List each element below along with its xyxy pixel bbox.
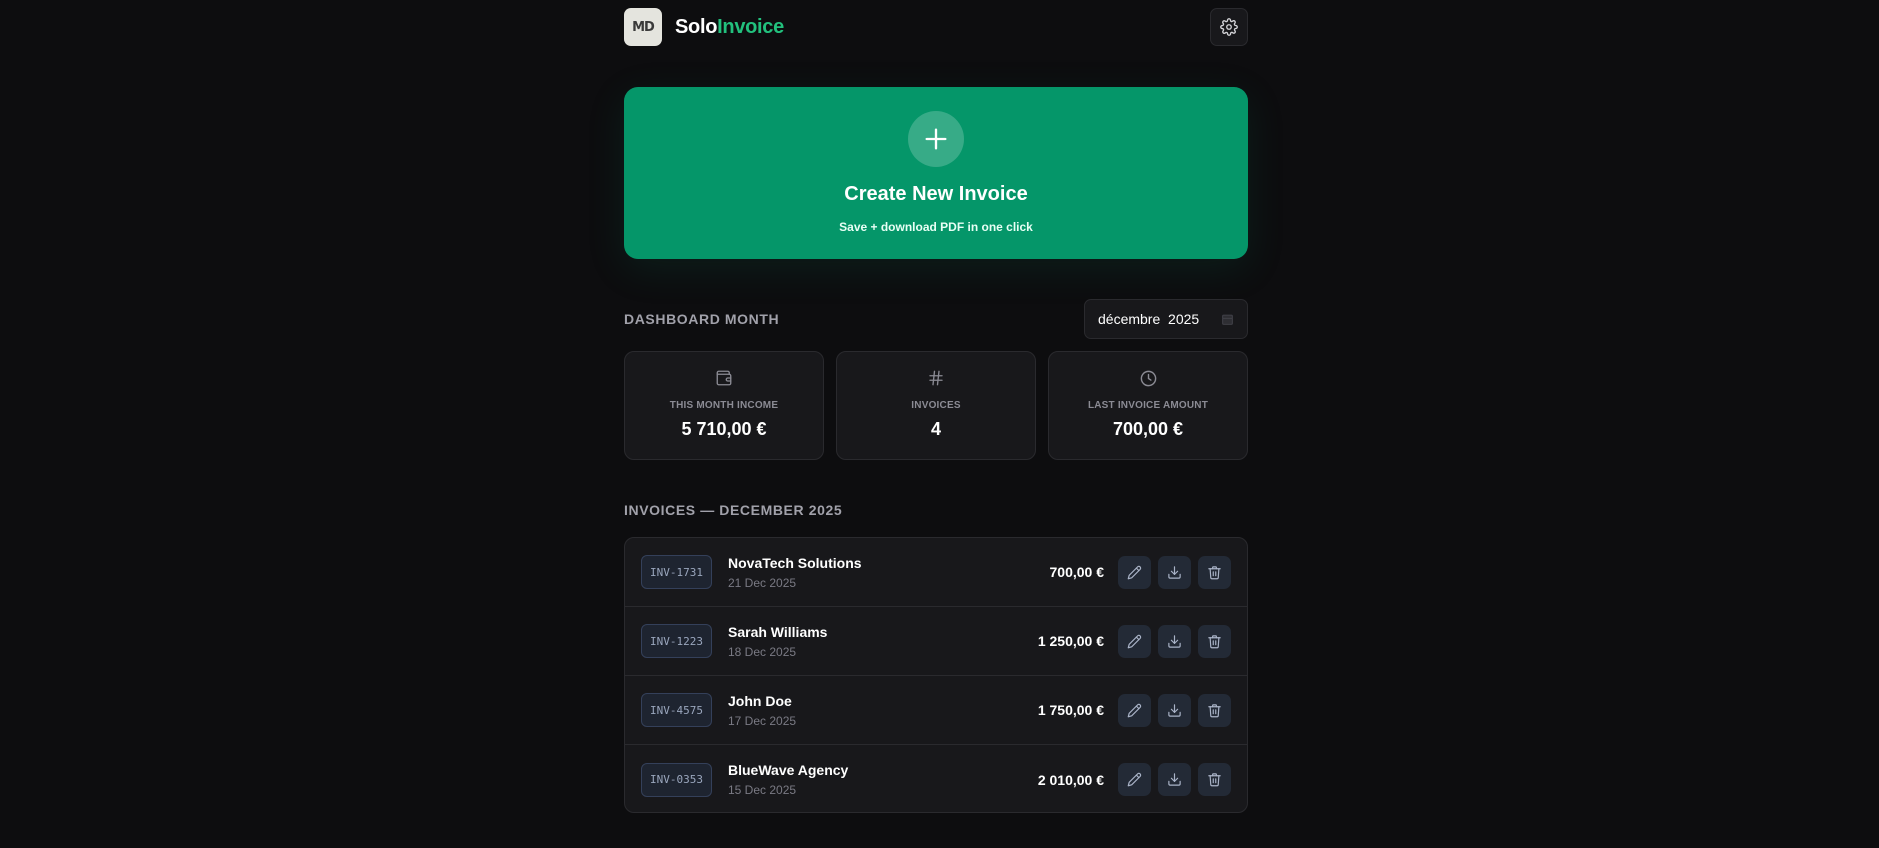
stat-value: 4 (930, 419, 941, 439)
pencil-icon (1127, 772, 1142, 787)
client-name: NovaTech Solutions (728, 554, 862, 571)
edit-button[interactable] (1118, 624, 1151, 658)
invoice-date: 15 Dec 2025 (728, 783, 797, 797)
hash-icon (927, 367, 945, 389)
create-invoice-title: Create New Invoice (844, 183, 1028, 205)
invoice-client: Sarah Williams 18 Dec 2025 (728, 624, 1038, 659)
plus-icon (908, 111, 964, 167)
client-name: John Doe (728, 692, 792, 709)
header: MD SoloInvoice (624, 8, 1248, 46)
trash-icon (1208, 634, 1221, 648)
stat-value: 5 710,00 € (681, 419, 767, 439)
invoice-amount: 1 750,00 € (1037, 702, 1104, 718)
edit-button[interactable] (1118, 763, 1151, 796)
pencil-icon (1127, 634, 1142, 648)
pencil-icon (1127, 565, 1142, 579)
brand-name: SoloInvoice (675, 16, 784, 39)
download-button[interactable] (1158, 693, 1191, 727)
stat-label: LAST INVOICE AMOUNT (1087, 400, 1209, 411)
download-icon (1168, 703, 1181, 717)
invoice-list: INV-1731 NovaTech Solutions 21 Dec 2025 … (624, 537, 1248, 813)
invoice-amount: 700,00 € (1049, 564, 1105, 580)
brand-name-part1: Solo (675, 15, 718, 38)
invoice-date: 18 Dec 2025 (728, 644, 797, 659)
invoice-row[interactable]: INV-1223 Sarah Williams 18 Dec 2025 1 25… (625, 607, 1247, 676)
pencil-icon (1127, 703, 1142, 717)
trash-icon (1208, 773, 1221, 787)
invoice-client: NovaTech Solutions 21 Dec 2025 (728, 555, 1050, 590)
invoice-amount: 2 010,00 € (1037, 771, 1104, 788)
download-icon (1168, 565, 1181, 579)
brand-name-part2: Invoice (717, 15, 784, 38)
dashboard-month-row: DASHBOARD MONTH décembre 2025 (624, 299, 1248, 339)
calendar-icon[interactable] (1221, 313, 1234, 326)
clock-icon (1139, 367, 1158, 389)
trash-icon (1208, 565, 1221, 579)
month-picker[interactable]: décembre 2025 (1084, 299, 1248, 339)
stat-value: 700,00 € (1112, 419, 1184, 439)
stats-row: THIS MONTH INCOME 5 710,00 € INVOICES 4 … (624, 351, 1248, 460)
stat-card-income: THIS MONTH INCOME 5 710,00 € (624, 351, 824, 460)
download-icon (1168, 634, 1181, 648)
delete-button[interactable] (1198, 624, 1231, 658)
dashboard-month-label: DASHBOARD MONTH (624, 311, 780, 327)
stat-card-invoices: INVOICES 4 (836, 351, 1036, 460)
invoice-row[interactable]: INV-0353 BlueWave Agency 15 Dec 2025 2 0… (625, 745, 1247, 812)
download-icon (1168, 773, 1181, 786)
gear-icon (1220, 18, 1238, 36)
download-button[interactable] (1158, 763, 1191, 796)
client-name: Sarah Williams (728, 623, 828, 640)
month-picker-value: décembre 2025 (1098, 311, 1200, 327)
download-button[interactable] (1158, 624, 1191, 658)
settings-button[interactable] (1210, 8, 1248, 46)
brand: MD SoloInvoice (624, 8, 784, 46)
delete-button[interactable] (1198, 763, 1231, 796)
delete-button[interactable] (1198, 555, 1231, 589)
invoice-row[interactable]: INV-1731 NovaTech Solutions 21 Dec 2025 … (625, 538, 1247, 607)
edit-button[interactable] (1118, 693, 1151, 727)
invoice-amount: 1 250,00 € (1037, 633, 1104, 649)
invoice-client: BlueWave Agency 15 Dec 2025 (728, 762, 1038, 797)
invoice-number-badge: INV-1223 (641, 624, 712, 658)
stat-label: THIS MONTH INCOME (669, 400, 779, 411)
invoice-row[interactable]: INV-4575 John Doe 17 Dec 2025 1 750,00 € (625, 676, 1247, 745)
logo: MD (624, 8, 662, 46)
invoices-section-title: INVOICES — DECEMBER 2025 (624, 502, 843, 518)
download-button[interactable] (1158, 555, 1191, 589)
invoice-date: 21 Dec 2025 (728, 575, 797, 590)
stat-card-last-invoice: LAST INVOICE AMOUNT 700,00 € (1048, 351, 1248, 460)
invoice-number-badge: INV-0353 (641, 762, 712, 797)
edit-button[interactable] (1118, 555, 1151, 589)
app-page: MD SoloInvoice Create New Invoice Save +… (624, 0, 1248, 848)
client-name: BlueWave Agency (728, 762, 849, 778)
stat-label: INVOICES (911, 400, 961, 411)
invoice-number-badge: INV-4575 (641, 693, 712, 727)
create-invoice-subtitle: Save + download PDF in one click (839, 220, 1033, 234)
invoice-date: 17 Dec 2025 (728, 713, 797, 728)
wallet-icon (715, 367, 733, 389)
delete-button[interactable] (1198, 693, 1231, 727)
create-invoice-button[interactable]: Create New Invoice Save + download PDF i… (624, 87, 1248, 259)
invoice-client: John Doe 17 Dec 2025 (728, 693, 1038, 728)
invoice-number-badge: INV-1731 (641, 555, 712, 589)
trash-icon (1208, 703, 1221, 717)
